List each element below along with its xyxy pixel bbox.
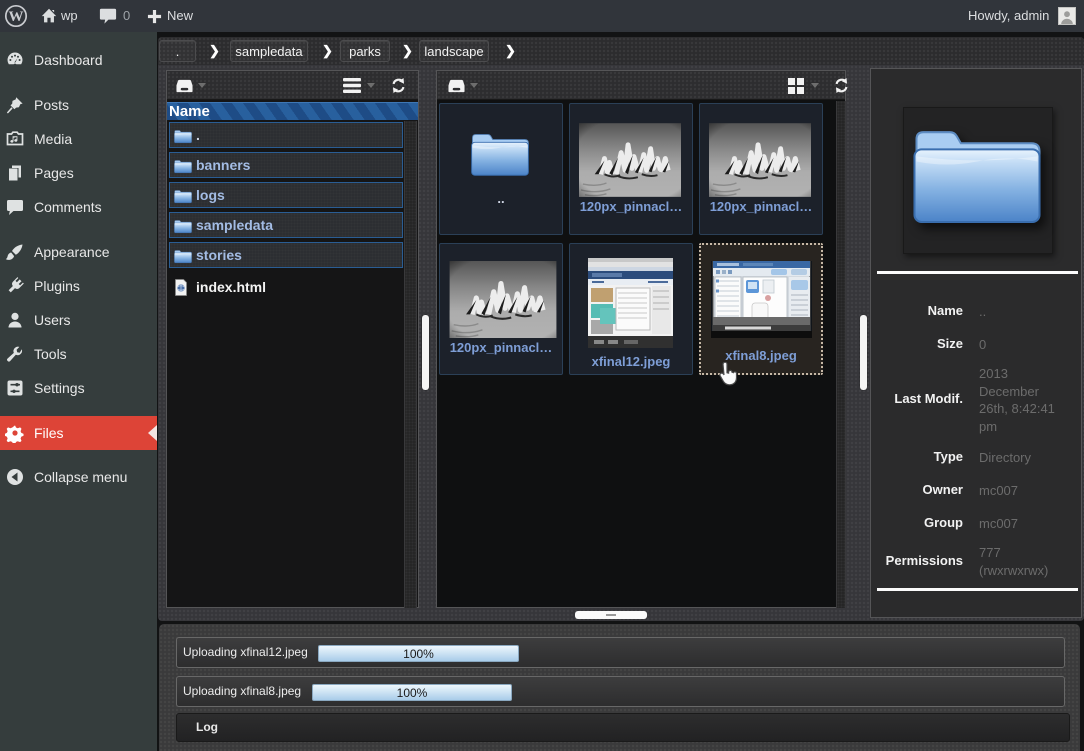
svg-text:W: W <box>9 9 24 25</box>
